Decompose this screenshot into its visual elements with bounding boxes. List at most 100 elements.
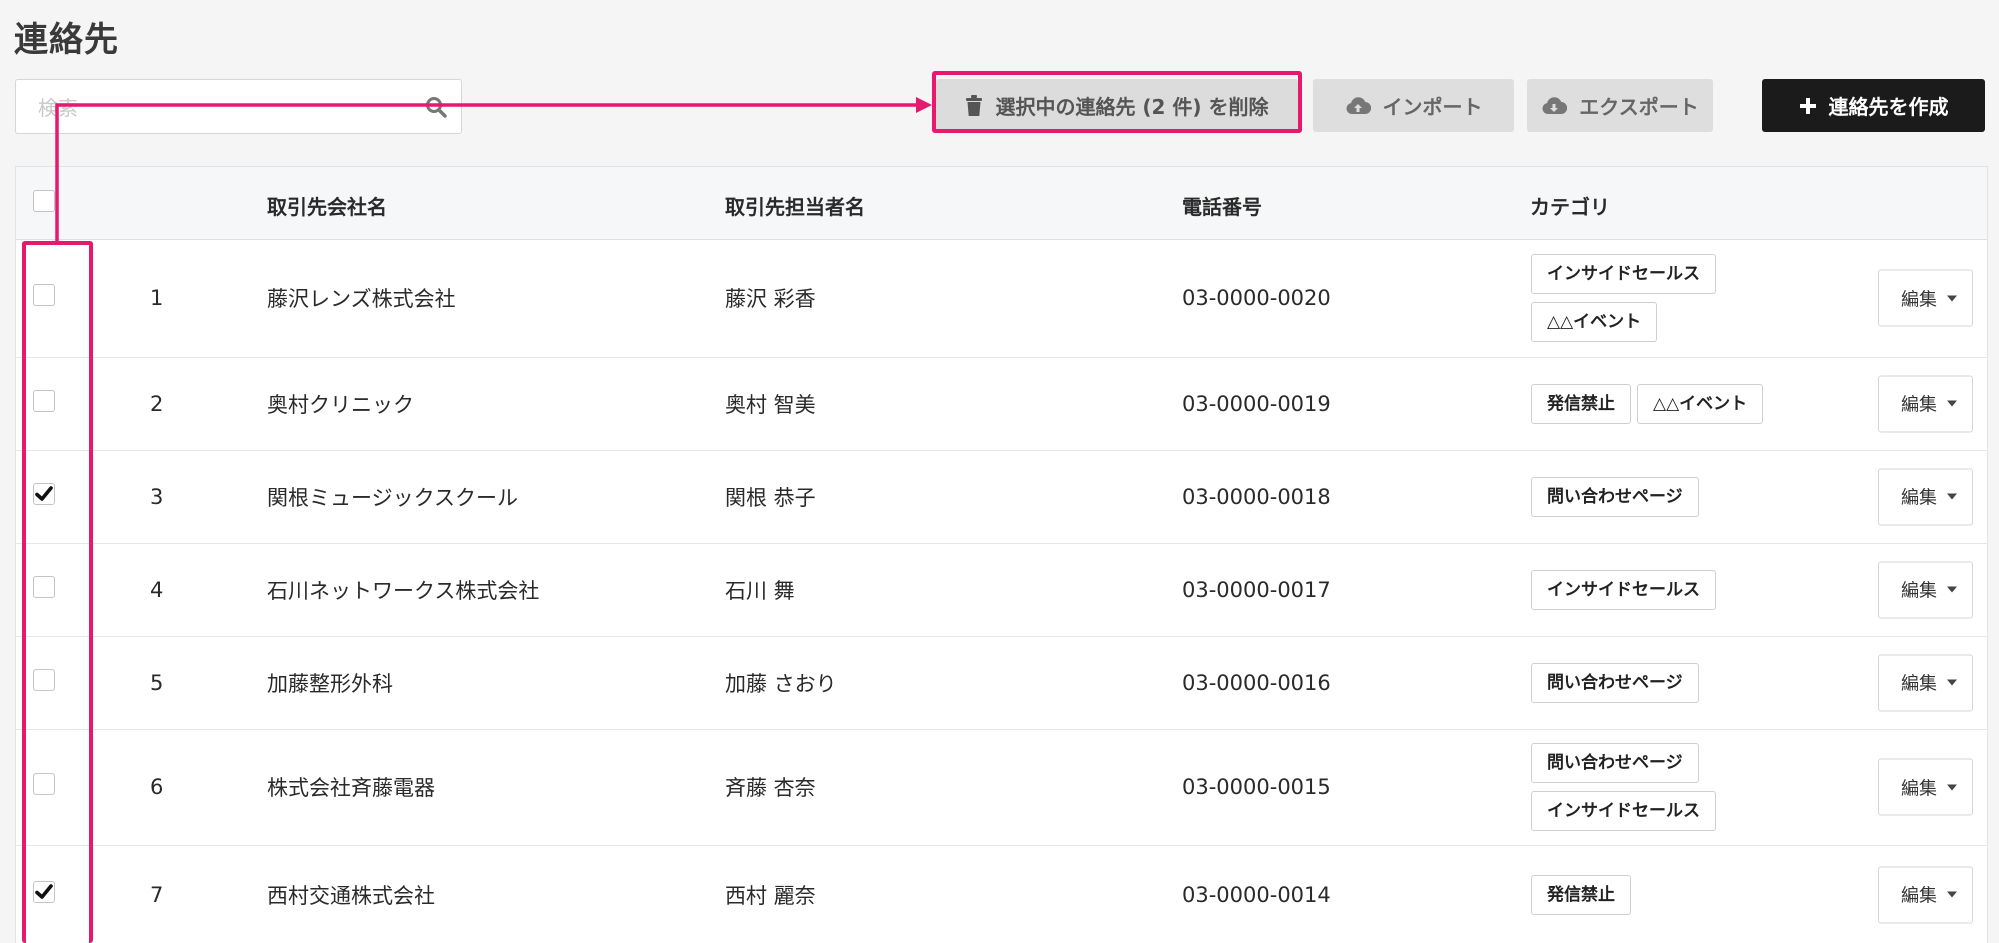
search-input[interactable]: [36, 80, 420, 135]
row-number: 4: [150, 577, 164, 602]
table-row: 5 加藤整形外科 加藤 さおり 03-0000-0016 問い合わせページ 編集: [16, 636, 1987, 730]
edit-label: 編集: [1901, 673, 1937, 695]
category-tags: 発信禁止: [1531, 874, 1791, 915]
row-checkbox[interactable]: [33, 482, 55, 505]
edit-dropdown-button[interactable]: 編集: [1878, 758, 1973, 816]
caret-down-icon: [1947, 493, 1957, 500]
edit-dropdown-button[interactable]: 編集: [1878, 375, 1973, 432]
category-tags: 問い合わせページ インサイドセールス: [1531, 743, 1791, 831]
contact-name: 加藤 さおり: [725, 671, 837, 696]
edit-label: 編集: [1901, 289, 1937, 310]
category-tags: 問い合わせページ: [1531, 476, 1791, 517]
row-number: 5: [150, 670, 164, 695]
category-tags: 発信禁止 △△イベント: [1531, 383, 1791, 424]
caret-down-icon: [1947, 295, 1957, 301]
table-row: 2 奥村クリニック 奥村 智美 03-0000-0019 発信禁止 △△イベント 編集: [16, 357, 1987, 451]
page-title: 連絡先: [14, 20, 119, 60]
phone-number: 03-0000-0020: [1182, 286, 1331, 310]
column-header-contact: 取引先担当者名: [725, 195, 865, 219]
category-tag: インサイドセールス: [1531, 254, 1716, 294]
edit-dropdown-button[interactable]: 編集: [1878, 561, 1973, 618]
import-button[interactable]: インポート: [1313, 79, 1514, 132]
phone-number: 03-0000-0019: [1182, 391, 1331, 416]
table-row: 6 株式会社斉藤電器 斉藤 杏奈 03-0000-0015 問い合わせページ インサイドセ…: [16, 729, 1987, 846]
checkmark-icon: [35, 485, 53, 501]
search-icon[interactable]: [425, 96, 447, 118]
contact-name: 藤沢 彩香: [725, 287, 816, 311]
caret-down-icon: [1947, 891, 1957, 898]
table-row: 1 藤沢レンズ株式会社 藤沢 彩香 03-0000-0020 インサイドセールス △△イベ…: [16, 239, 1987, 358]
contact-name: 奥村 智美: [725, 392, 816, 417]
company-name: 石川ネットワークス株式会社: [267, 578, 540, 603]
edit-label: 編集: [1901, 580, 1937, 602]
category-tag: △△イベント: [1637, 383, 1764, 424]
cloud-upload-icon: [1345, 96, 1371, 114]
category-tag: インサイドセールス: [1531, 569, 1716, 610]
edit-dropdown-button[interactable]: 編集: [1878, 269, 1973, 327]
phone-number: 03-0000-0017: [1182, 577, 1331, 602]
contact-name: 石川 舞: [725, 578, 795, 603]
delete-selected-button[interactable]: 選択中の連絡先 (2 件) を削除: [936, 79, 1298, 132]
row-checkbox[interactable]: [33, 575, 55, 598]
export-button[interactable]: エクスポート: [1527, 79, 1713, 132]
row-number: 6: [150, 775, 164, 799]
row-number: 1: [150, 286, 164, 310]
row-number: 3: [150, 484, 164, 509]
edit-dropdown-button[interactable]: 編集: [1878, 866, 1973, 923]
export-label: エクスポート: [1579, 95, 1699, 119]
row-checkbox[interactable]: [33, 773, 55, 795]
phone-number: 03-0000-0016: [1182, 670, 1331, 695]
select-all-checkbox[interactable]: [33, 190, 55, 212]
delete-selected-label: 選択中の連絡先 (2 件) を削除: [995, 95, 1269, 119]
contacts-page: 連絡先 選択中の連絡先 (2 件) を削除 インポート エクスポート: [0, 0, 1999, 943]
phone-number: 03-0000-0014: [1182, 882, 1331, 907]
row-checkbox[interactable]: [33, 284, 55, 306]
edit-label: 編集: [1901, 885, 1937, 907]
column-header-phone: 電話番号: [1182, 195, 1262, 219]
row-number: 2: [150, 391, 164, 416]
caret-down-icon: [1947, 400, 1957, 407]
table-row: 4 石川ネットワークス株式会社 石川 舞 03-0000-0017 インサイドセールス 編…: [16, 543, 1987, 637]
category-tag: 問い合わせページ: [1531, 476, 1699, 517]
company-name: 株式会社斉藤電器: [267, 776, 435, 800]
column-header-company: 取引先会社名: [267, 195, 387, 219]
company-name: 奥村クリニック: [267, 392, 414, 417]
row-checkbox[interactable]: [33, 389, 55, 412]
import-label: インポート: [1382, 95, 1483, 119]
plus-icon: [1799, 97, 1816, 114]
phone-number: 03-0000-0018: [1182, 484, 1331, 509]
category-tag: 問い合わせページ: [1531, 743, 1699, 783]
company-name: 加藤整形外科: [267, 671, 393, 696]
edit-label: 編集: [1901, 394, 1937, 416]
edit-dropdown-button[interactable]: 編集: [1878, 468, 1973, 525]
row-number: 7: [150, 882, 164, 907]
company-name: 西村交通株式会社: [267, 883, 435, 908]
table-header: 取引先会社名 取引先担当者名 電話番号 カテゴリ: [16, 167, 1987, 240]
table-row: 3 関根ミュージックスクール 関根 恭子 03-0000-0018 問い合わせページ 編集: [16, 450, 1987, 544]
category-tag: △△イベント: [1531, 302, 1658, 342]
category-tag: 発信禁止: [1531, 383, 1631, 424]
company-name: 関根ミュージックスクール: [267, 485, 518, 510]
column-header-category: カテゴリ: [1530, 195, 1610, 219]
edit-dropdown-button[interactable]: 編集: [1878, 654, 1973, 711]
table-row: 7 西村交通株式会社 西村 麗奈 03-0000-0014 発信禁止 編集: [16, 845, 1987, 943]
row-checkbox[interactable]: [33, 668, 55, 691]
edit-label: 編集: [1901, 487, 1937, 509]
category-tag: 問い合わせページ: [1531, 662, 1699, 703]
create-contact-label: 連絡先を作成: [1828, 95, 1949, 119]
edit-label: 編集: [1901, 778, 1937, 799]
category-tags: インサイドセールス △△イベント: [1531, 254, 1791, 342]
contact-name: 関根 恭子: [725, 485, 816, 510]
phone-number: 03-0000-0015: [1182, 775, 1331, 799]
checkmark-icon: [35, 883, 53, 899]
cloud-download-icon: [1542, 96, 1568, 114]
category-tag: インサイドセールス: [1531, 791, 1716, 831]
search-box: [15, 79, 462, 135]
contact-name: 斉藤 杏奈: [725, 776, 816, 800]
create-contact-button[interactable]: 連絡先を作成: [1762, 79, 1985, 132]
company-name: 藤沢レンズ株式会社: [267, 287, 456, 311]
trash-icon: [966, 94, 983, 116]
category-tags: 問い合わせページ: [1531, 662, 1791, 703]
row-checkbox[interactable]: [33, 880, 55, 903]
contact-name: 西村 麗奈: [725, 883, 816, 908]
